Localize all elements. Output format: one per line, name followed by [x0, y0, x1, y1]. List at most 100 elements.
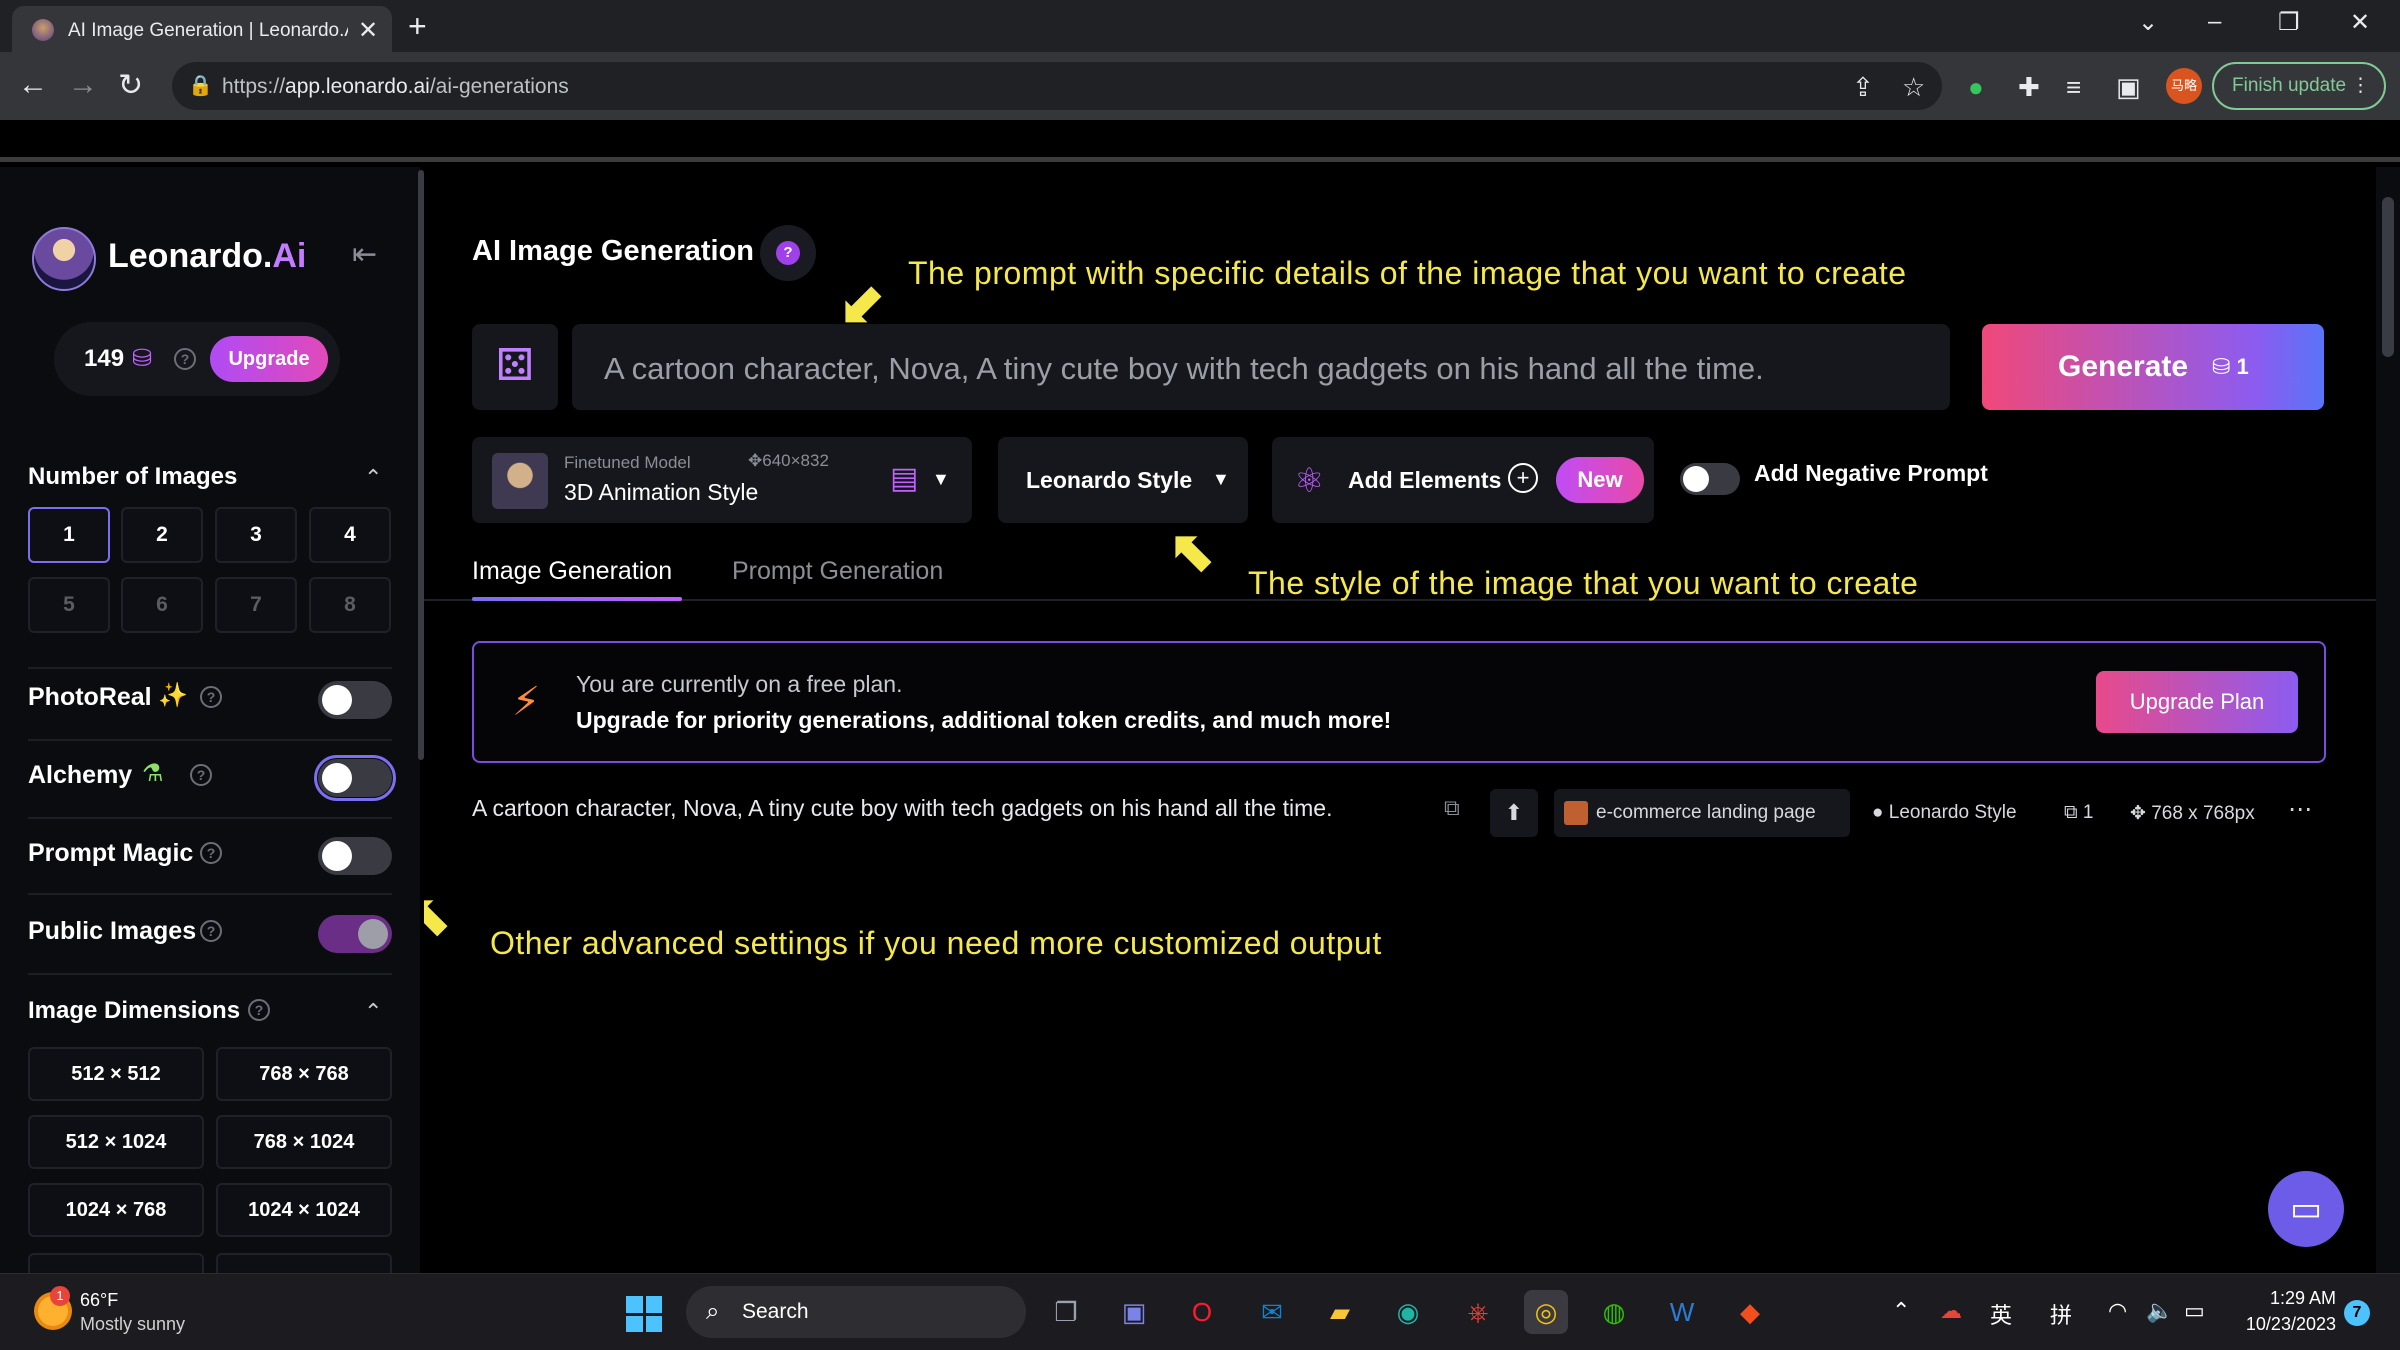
- finish-update-button[interactable]: Finish update ⋮: [2212, 62, 2386, 110]
- share-icon[interactable]: ⇪: [1852, 72, 1874, 103]
- search-icon: ⌕: [706, 1298, 720, 1325]
- bookmark-star-icon[interactable]: ☆: [1902, 72, 1925, 103]
- more-options-icon[interactable]: ⋯: [2288, 795, 2312, 824]
- image-count-option[interactable]: 1: [28, 507, 110, 563]
- browser-tab-active[interactable]: AI Image Generation | Leonardo.Ai ✕: [12, 6, 392, 52]
- chevron-up-icon[interactable]: ⌃: [364, 465, 382, 491]
- public-images-toggle[interactable]: [318, 915, 392, 953]
- edge-icon[interactable]: ◉: [1386, 1290, 1430, 1334]
- style-selector[interactable]: Leonardo Style ▼: [998, 437, 1248, 523]
- dimension-option-partial[interactable]: [216, 1253, 392, 1273]
- brand-name[interactable]: Leonardo.Ai: [108, 237, 306, 276]
- page-scrollbar[interactable]: [2376, 167, 2400, 1273]
- upgrade-plan-button[interactable]: Upgrade Plan: [2096, 671, 2298, 733]
- model-chip[interactable]: e-commerce landing page: [1554, 789, 1850, 837]
- address-toolbar: ← → ↻ 🔒 https://app.leonardo.ai/ai-gener…: [0, 52, 2400, 120]
- image-count-option[interactable]: 5: [28, 577, 110, 633]
- help-icon[interactable]: ?: [200, 920, 222, 942]
- opera-icon[interactable]: O: [1180, 1290, 1224, 1334]
- minimize-icon[interactable]: –: [2208, 8, 2221, 36]
- dimension-option[interactable]: 512 × 512: [28, 1047, 204, 1101]
- model-selector[interactable]: Finetuned Model ✥640×832 3D Animation St…: [472, 437, 972, 523]
- help-icon[interactable]: ?: [200, 686, 222, 708]
- extensions-puzzle-icon[interactable]: ✚: [2018, 72, 2040, 103]
- image-count-option[interactable]: 2: [121, 507, 203, 563]
- new-tab-icon[interactable]: +: [408, 8, 427, 45]
- help-icon[interactable]: ?: [174, 348, 196, 370]
- photoreal-label: PhotoReal: [28, 683, 152, 711]
- lock-icon[interactable]: 🔒: [188, 73, 213, 98]
- start-windows-icon[interactable]: [626, 1296, 662, 1332]
- help-icon[interactable]: ?: [248, 999, 270, 1021]
- clock-time[interactable]: 1:29 AM: [2236, 1288, 2336, 1309]
- battery-icon[interactable]: ▭: [2184, 1298, 2205, 1324]
- reading-list-icon[interactable]: ≡: [2066, 72, 2081, 103]
- more-menu-icon[interactable]: ⋮: [2351, 64, 2370, 108]
- image-count-option[interactable]: 7: [215, 577, 297, 633]
- extension-check-icon[interactable]: ●: [1968, 72, 1984, 103]
- word-icon[interactable]: W: [1660, 1290, 1704, 1334]
- close-tab-icon[interactable]: ✕: [358, 16, 378, 45]
- chrome-icon[interactable]: ◎: [1524, 1290, 1568, 1334]
- model-name: 3D Animation Style: [564, 479, 759, 505]
- add-elements-button[interactable]: ⚛ Add Elements + New: [1272, 437, 1654, 523]
- tab-prompt-generation[interactable]: Prompt Generation: [732, 557, 943, 586]
- upgrade-button[interactable]: Upgrade: [210, 336, 328, 382]
- random-prompt-dice-icon[interactable]: ⚄: [472, 324, 558, 410]
- ime-pinyin[interactable]: 拼: [2050, 1298, 2072, 1330]
- dimension-option[interactable]: 512 × 1024: [28, 1115, 204, 1169]
- help-icon[interactable]: ?: [190, 764, 212, 786]
- image-count-option[interactable]: 8: [309, 577, 391, 633]
- chevron-up-icon[interactable]: ⌃: [364, 999, 382, 1025]
- scrollbar-thumb[interactable]: [2382, 197, 2394, 357]
- image-count-option[interactable]: 6: [121, 577, 203, 633]
- tab-search-chevron-icon[interactable]: ⌄: [2138, 8, 2158, 37]
- acrobat-icon[interactable]: ⎈: [1456, 1290, 1500, 1334]
- prompt-magic-toggle[interactable]: [318, 837, 392, 875]
- clock-date[interactable]: 10/23/2023: [2226, 1314, 2336, 1335]
- wechat-icon[interactable]: ◍: [1592, 1290, 1636, 1334]
- notification-count[interactable]: 7: [2344, 1300, 2370, 1326]
- close-window-icon[interactable]: ✕: [2350, 8, 2370, 37]
- side-panel-icon[interactable]: ▣: [2116, 72, 2141, 103]
- negative-prompt-toggle[interactable]: [1680, 463, 1740, 495]
- reload-icon[interactable]: ↻: [118, 68, 143, 103]
- collapse-sidebar-icon[interactable]: ⇤: [352, 237, 377, 272]
- caret-down-icon[interactable]: ▼: [932, 469, 950, 490]
- teams-chat-icon[interactable]: ▣: [1112, 1290, 1156, 1334]
- wifi-icon[interactable]: ◠: [2108, 1298, 2127, 1324]
- dimension-option-partial[interactable]: [28, 1253, 204, 1273]
- page-title: AI Image Generation: [472, 235, 755, 267]
- generate-button[interactable]: Generate ⛁ 1: [1982, 324, 2324, 410]
- restore-icon[interactable]: ❐: [2278, 8, 2300, 37]
- chevron-up-icon[interactable]: ⌃: [1892, 1298, 1910, 1324]
- prompt-input[interactable]: A cartoon character, Nova, A tiny cute b…: [572, 324, 1950, 410]
- photoreal-toggle[interactable]: [318, 681, 392, 719]
- figma-icon[interactable]: ◆: [1728, 1290, 1772, 1334]
- cloud-status-icon[interactable]: ☁: [1940, 1298, 1962, 1324]
- forward-icon[interactable]: →: [68, 68, 98, 102]
- reuse-prompt-up-arrow-icon[interactable]: ⬆: [1490, 789, 1538, 837]
- dimension-option[interactable]: 1024 × 768: [28, 1183, 204, 1237]
- model-details-icon[interactable]: ▤: [890, 461, 918, 496]
- image-count-option[interactable]: 3: [215, 507, 297, 563]
- dimension-option[interactable]: 1024 × 1024: [216, 1183, 392, 1237]
- dimension-option[interactable]: 768 × 768: [216, 1047, 392, 1101]
- task-view-icon[interactable]: ❐: [1044, 1290, 1088, 1334]
- taskbar-search[interactable]: ⌕ Search: [686, 1286, 1026, 1338]
- volume-icon[interactable]: 🔈: [2146, 1298, 2173, 1324]
- back-icon[interactable]: ←: [18, 68, 48, 102]
- profile-avatar[interactable]: 马略: [2166, 68, 2202, 104]
- image-count-option[interactable]: 4: [309, 507, 391, 563]
- tab-image-generation[interactable]: Image Generation: [472, 557, 672, 586]
- help-button[interactable]: ?: [760, 225, 816, 281]
- url-bar[interactable]: 🔒 https://app.leonardo.ai/ai-generations…: [172, 62, 1942, 110]
- help-icon[interactable]: ?: [200, 842, 222, 864]
- copy-icon[interactable]: ⧉: [1444, 795, 1460, 821]
- chat-support-icon[interactable]: ▭: [2268, 1171, 2344, 1247]
- ime-english[interactable]: 英: [1990, 1298, 2012, 1330]
- alchemy-toggle[interactable]: [314, 755, 396, 801]
- file-explorer-icon[interactable]: ▰: [1318, 1290, 1362, 1334]
- outlook-icon[interactable]: ✉: [1250, 1290, 1294, 1334]
- dimension-option[interactable]: 768 × 1024: [216, 1115, 392, 1169]
